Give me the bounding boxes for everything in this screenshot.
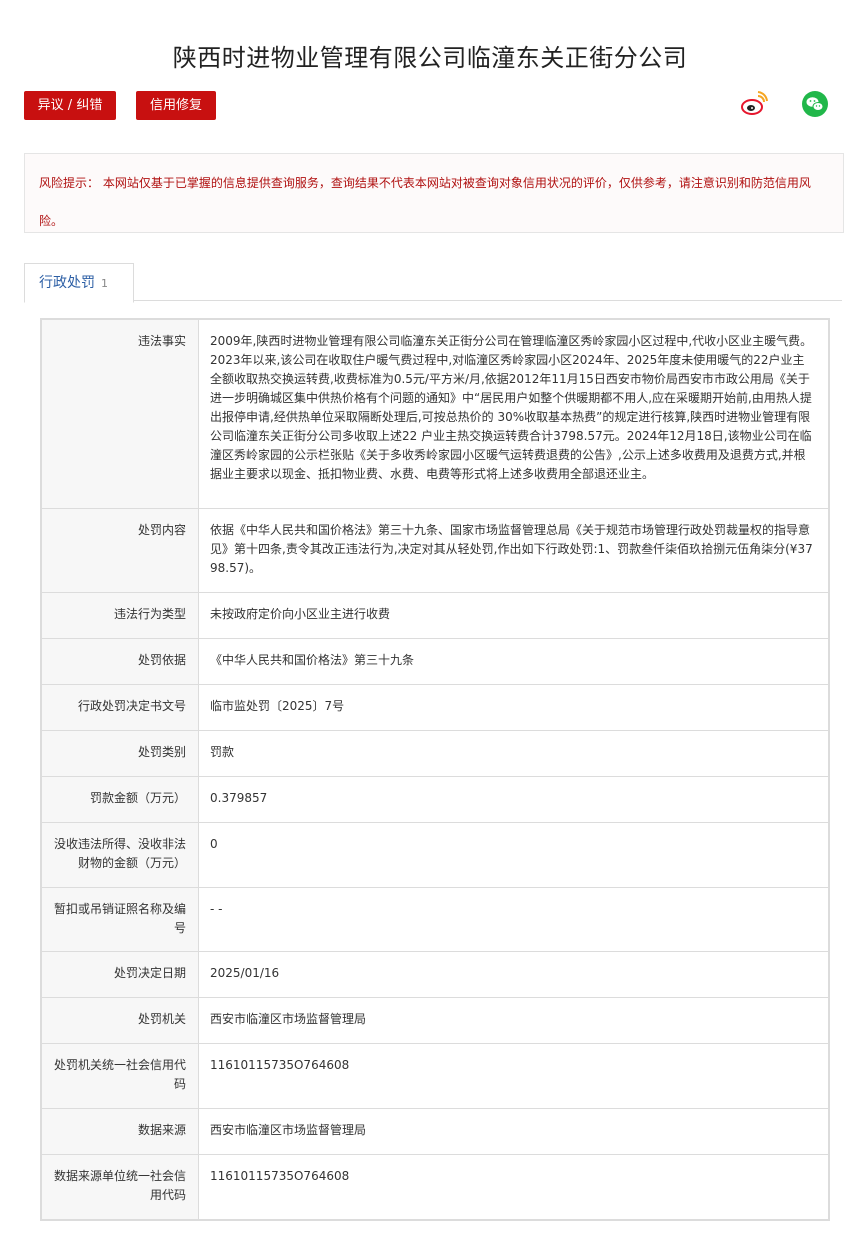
table-row: 违法行为类型 未按政府定价向小区业主进行收费 <box>41 592 829 639</box>
credit-repair-button[interactable]: 信用修复 <box>136 91 216 120</box>
row-key: 暂扣或吊销证照名称及编号 <box>53 902 186 935</box>
table-row: 数据来源 西安市临潼区市场监督管理局 <box>41 1108 829 1155</box>
row-key: 没收违法所得、没收非法财物的金额（万元） <box>53 837 186 870</box>
tab-bar-line <box>24 300 842 301</box>
row-key: 处罚决定日期 <box>113 966 186 980</box>
row-value: 2025/01/16 <box>210 966 280 980</box>
row-value: 罚款 <box>210 745 235 759</box>
table-row: 处罚机关 西安市临潼区市场监督管理局 <box>41 997 829 1044</box>
row-key: 处罚依据 <box>137 653 186 667</box>
row-key: 处罚内容 <box>137 523 186 537</box>
table-row: 没收违法所得、没收非法财物的金额（万元） 0 <box>41 822 829 888</box>
risk-notice-text: 风险提示： 本网站仅基于已掌握的信息提供查询服务，查询结果不代表本网站对被查询对… <box>39 176 811 228</box>
page-title: 陕西时进物业管理有限公司临潼东关正街分公司 <box>172 44 688 72</box>
row-value: - - <box>210 902 223 916</box>
row-value: 11610115735O764608 <box>210 1058 350 1072</box>
row-key: 处罚机关 <box>137 1012 186 1026</box>
tab-label: 行政处罚 <box>39 275 95 291</box>
row-key: 违法事实 <box>137 334 186 348</box>
objection-button[interactable]: 异议 / 纠错 <box>24 91 116 120</box>
row-value: 《中华人民共和国价格法》第三十九条 <box>210 653 415 667</box>
table-row: 处罚内容 依据《中华人民共和国价格法》第三十九条、国家市场监督管理总局《关于规范市… <box>41 508 829 593</box>
table-row: 数据来源单位统一社会信用代码 11610115735O764608 <box>41 1154 829 1220</box>
row-key: 处罚机关统一社会信用代码 <box>53 1058 186 1091</box>
row-value: 临市监处罚〔2025〕7号 <box>210 699 345 713</box>
table-row: 罚款金额（万元） 0.379857 <box>41 776 829 823</box>
row-value: 西安市临潼区市场监督管理局 <box>210 1123 367 1137</box>
tab-count-badge: 1 <box>101 277 108 290</box>
tab-administrative-penalty[interactable]: 行政处罚 1 <box>24 263 134 303</box>
row-value: 2009年,陕西时进物业管理有限公司临潼东关正街分公司在管理临潼区秀岭家园小区过… <box>210 334 813 481</box>
row-value: 西安市临潼区市场监督管理局 <box>210 1012 367 1026</box>
row-value: 未按政府定价向小区业主进行收费 <box>210 607 391 621</box>
row-value: 0.379857 <box>210 791 268 805</box>
row-value: 11610115735O764608 <box>210 1169 350 1183</box>
wechat-icon[interactable] <box>801 90 829 118</box>
table-row: 行政处罚决定书文号 临市监处罚〔2025〕7号 <box>41 684 829 731</box>
table-row: 违法事实 2009年,陕西时进物业管理有限公司临潼东关正街分公司在管理临潼区秀岭家… <box>41 319 829 509</box>
weibo-icon[interactable] <box>740 90 768 118</box>
row-key: 数据来源 <box>137 1123 186 1137</box>
row-key: 行政处罚决定书文号 <box>77 699 186 713</box>
table-row: 处罚机关统一社会信用代码 11610115735O764608 <box>41 1043 829 1109</box>
risk-notice: 风险提示： 本网站仅基于已掌握的信息提供查询服务，查询结果不代表本网站对被查询对… <box>24 153 844 233</box>
row-value: 依据《中华人民共和国价格法》第三十九条、国家市场监督管理总局《关于规范市场管理行… <box>210 523 813 575</box>
table-row: 处罚决定日期 2025/01/16 <box>41 951 829 998</box>
table-row: 暂扣或吊销证照名称及编号 - - <box>41 887 829 952</box>
row-value: 0 <box>210 837 218 851</box>
row-key: 罚款金额（万元） <box>89 791 186 805</box>
table-row: 处罚依据 《中华人民共和国价格法》第三十九条 <box>41 638 829 685</box>
table-row: 处罚类别 罚款 <box>41 730 829 777</box>
row-key: 处罚类别 <box>137 745 186 759</box>
row-key: 数据来源单位统一社会信用代码 <box>53 1169 186 1202</box>
row-key: 违法行为类型 <box>113 607 186 621</box>
penalty-detail-table: 违法事实 2009年,陕西时进物业管理有限公司临潼东关正街分公司在管理临潼区秀岭家… <box>40 318 830 1221</box>
